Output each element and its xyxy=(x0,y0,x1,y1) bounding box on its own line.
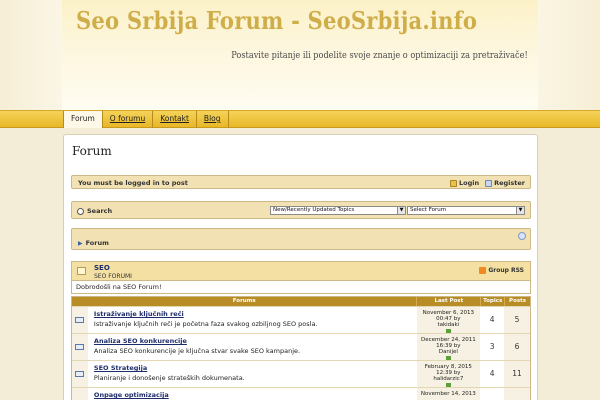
forum-name-link[interactable]: Onpage optimizacija xyxy=(94,391,417,399)
breadcrumb[interactable]: ▶ Forum xyxy=(78,239,109,247)
register-icon xyxy=(485,179,493,187)
forum-description: Planiranje i donošenje strateških dokume… xyxy=(93,374,245,382)
forum-name-link[interactable]: Analiza SEO konkurencije xyxy=(94,337,417,345)
register-label: Register xyxy=(494,179,525,187)
login-icon xyxy=(449,179,457,187)
goto-arrow-icon[interactable] xyxy=(445,356,451,360)
login-links: Login Register xyxy=(449,179,525,187)
topics-count xyxy=(480,388,505,400)
topics-count: 4 xyxy=(480,307,505,333)
forum-description: Istraživanje ključnih reči je početna fa… xyxy=(93,320,318,328)
nav-item-blog[interactable]: Blog xyxy=(197,111,229,128)
site-title[interactable]: Seo Srbija Forum - SeoSrbija.info xyxy=(76,6,477,35)
category-header: SEO SEO FORUMI Group RSS xyxy=(71,261,531,280)
forum-cell: Analiza SEO konkurencije Analiza SEO kon… xyxy=(87,334,417,360)
search-icon xyxy=(77,207,84,215)
login-link[interactable]: Login xyxy=(449,179,480,187)
last-post-user[interactable]: halidarzic7 xyxy=(417,376,481,382)
header: Seo Srbija Forum - SeoSrbija.info Postav… xyxy=(0,0,600,110)
table-header: Forums Last Post Topics Posts xyxy=(72,297,530,306)
posts-count: 11 xyxy=(504,361,530,387)
login-label: Login xyxy=(458,179,480,187)
last-post-cell: February 8, 2015 12:39 by halidarzic7 xyxy=(416,361,481,387)
forum-icon xyxy=(75,344,84,350)
login-message: You must be logged in to post xyxy=(78,179,188,187)
search-label: Search xyxy=(87,207,113,215)
group-rss-label: Group RSS xyxy=(488,267,524,274)
breadcrumb-label: Forum xyxy=(85,239,109,247)
forum-select[interactable]: Select Forum ▼ xyxy=(407,206,525,215)
forum-cell: Onpage optimizacija xyxy=(87,388,417,400)
topics-count: 4 xyxy=(480,361,505,387)
category-name[interactable]: SEO xyxy=(94,264,110,272)
posts-count xyxy=(504,388,530,400)
chevron-down-icon: ▼ xyxy=(397,207,405,214)
breadcrumb-bar: ▶ Forum xyxy=(71,228,531,250)
forum-icon-cell xyxy=(72,307,88,333)
forum-name-link[interactable]: SEO Strategija xyxy=(94,364,417,372)
nav-item-o-forumu[interactable]: O forumu xyxy=(103,111,154,128)
nav-item-kontakt[interactable]: Kontakt xyxy=(153,111,197,128)
header-posts: Posts xyxy=(504,297,530,306)
rss-icon xyxy=(479,267,487,274)
table-row: SEO Strategija Planiranje i donošenje st… xyxy=(72,360,530,387)
last-post-cell: November 6, 2013 00:47 by takidaki xyxy=(416,307,481,333)
arrow-right-icon: ▶ xyxy=(78,239,83,247)
goto-arrow-icon[interactable] xyxy=(445,383,451,387)
last-post-date: November 14, 2013 xyxy=(420,391,476,397)
login-bar: You must be logged in to post Login Regi… xyxy=(71,175,531,189)
main-content: Forum You must be logged in to post Logi… xyxy=(63,134,538,400)
site-tagline: Postavite pitanje ili podelite svoje zna… xyxy=(231,50,528,61)
category-icon xyxy=(77,267,86,275)
forum-icon-cell xyxy=(72,361,88,387)
last-post-cell: December 24, 2011 16:39 by Danijel xyxy=(416,334,481,360)
last-post-user[interactable]: takidaki xyxy=(417,322,481,328)
forum-select-value: Select Forum xyxy=(410,207,447,213)
topics-select[interactable]: New/Recently Updated Topics ▼ xyxy=(270,206,406,215)
forum-icon xyxy=(75,317,84,323)
group-rss-link[interactable]: Group RSS xyxy=(479,267,524,274)
chevron-down-icon: ▼ xyxy=(516,207,524,214)
forum-description: Analiza SEO konkurencije je ključna stva… xyxy=(93,347,301,355)
nav-menu: Forum O forumu Kontakt Blog xyxy=(63,111,229,128)
search-link[interactable]: Search xyxy=(77,207,112,215)
nav-item-forum[interactable]: Forum xyxy=(63,111,103,128)
posts-count: 6 xyxy=(504,334,530,360)
header-topics: Topics xyxy=(480,297,504,306)
posts-count: 5 xyxy=(504,307,530,333)
nav-bar: Forum O forumu Kontakt Blog xyxy=(0,110,600,128)
forum-cell: SEO Strategija Planiranje i donošenje st… xyxy=(87,361,417,387)
table-row: Istraživanje ključnih reči Istraživanje … xyxy=(72,306,530,333)
table-row: Onpage optimizacija November 14, 2013 xyxy=(72,387,530,400)
last-post-user[interactable]: Danijel xyxy=(417,349,481,355)
topics-count: 3 xyxy=(480,334,505,360)
table-row: Analiza SEO konkurencije Analiza SEO kon… xyxy=(72,333,530,360)
header-forums: Forums xyxy=(232,298,256,304)
forum-name-link[interactable]: Istraživanje ključnih reči xyxy=(94,310,417,318)
page-title: Forum xyxy=(72,144,112,158)
search-bar: Search New/Recently Updated Topics ▼ Sel… xyxy=(71,201,531,219)
forums-table: Forums Last Post Topics Posts Istraživan… xyxy=(71,296,531,400)
category-welcome: Dobrodošli na SEO Forum! xyxy=(71,280,531,294)
category-description: SEO FORUMI xyxy=(94,273,132,280)
forum-icon xyxy=(75,371,84,377)
register-link[interactable]: Register xyxy=(485,179,525,187)
toggle-icon[interactable] xyxy=(518,232,526,240)
forum-icon-cell xyxy=(72,388,88,400)
forum-icon-cell xyxy=(72,334,88,360)
header-last-post: Last Post xyxy=(416,297,480,306)
goto-arrow-icon[interactable] xyxy=(445,329,451,333)
last-post-cell: November 14, 2013 xyxy=(416,388,481,400)
forum-cell: Istraživanje ključnih reči Istraživanje … xyxy=(87,307,417,333)
topics-select-value: New/Recently Updated Topics xyxy=(273,207,355,213)
